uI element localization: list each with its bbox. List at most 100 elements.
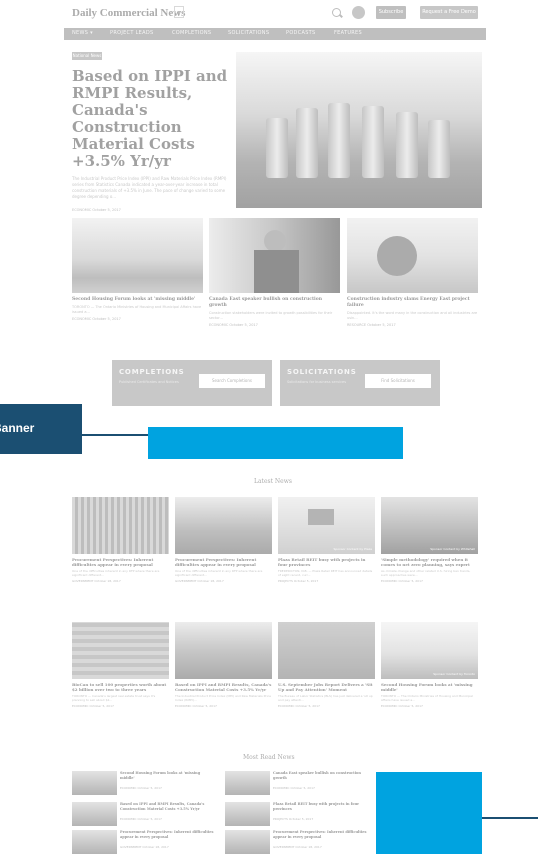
story-title[interactable]: Procurement Perspectives: Inherent diffi… — [175, 557, 272, 567]
story-title[interactable]: Plaza Retail REIT busy with projects in … — [278, 557, 375, 567]
story-meta: GOVERNMENT October 18, 2017 — [175, 579, 224, 583]
latest-card[interactable]: BioCan to sell 100 properties worth abou… — [72, 622, 169, 708]
search-completions-button[interactable]: Search Completions — [199, 374, 265, 388]
story-card[interactable]: Construction industry slams Energy East … — [347, 218, 478, 327]
story-meta: PROJECTS October 5, 2017 — [273, 817, 314, 821]
story-image[interactable]: Sponsor Content by Toronto — [381, 622, 478, 679]
story-image[interactable] — [175, 622, 272, 679]
subscribe-button[interactable]: Subscribe — [376, 6, 406, 19]
story-title[interactable]: Canada East speaker bullish on construct… — [209, 297, 340, 309]
latest-card[interactable]: Procurement Perspectives: Inherent diffi… — [72, 497, 169, 583]
free-trial-button[interactable]: Request a Free Demo — [420, 6, 478, 19]
banner-callout-label: Banner — [0, 421, 35, 435]
completions-box: COMPLETIONS Published Certificates and N… — [112, 360, 272, 406]
most-read-item[interactable]: Plaza Retail REIT busy with projects in … — [225, 802, 370, 826]
language-select[interactable]: ▾ — [174, 6, 184, 18]
nav-podcasts[interactable]: PODCASTS — [286, 30, 316, 36]
sidebar-ad-placeholder[interactable] — [376, 772, 482, 854]
story-title[interactable]: Procurement Perspectives: Inherent diffi… — [120, 830, 215, 839]
hero-image[interactable] — [236, 52, 482, 208]
nav-project-leads[interactable]: PROJECT LEADS — [110, 30, 153, 36]
hero-headline[interactable]: Based on IPPI and RMPI Results, Canada's… — [72, 68, 232, 170]
story-title[interactable]: Second Housing Forum looks at 'missing m… — [72, 297, 203, 303]
search-icon[interactable] — [332, 8, 341, 17]
story-summary: TORONTO — The Ontario Ministries of Hous… — [381, 694, 473, 702]
hero-meta: ECONOMIC October 5, 2017 — [72, 208, 121, 212]
story-meta: ECONOMIC October 5, 2017 — [120, 786, 162, 790]
latest-news-heading: Latest News — [254, 478, 292, 485]
latest-card[interactable]: U.S. September Jobs Report Delivers a 'S… — [278, 622, 375, 708]
story-meta: PROJECTS October 5, 2017 — [278, 579, 319, 583]
story-title[interactable]: Procurement Perspectives: Inherent diffi… — [273, 830, 368, 839]
story-title[interactable]: Second Housing Forum looks at 'missing m… — [120, 771, 215, 780]
story-meta: ECONOMIC October 5, 2017 — [381, 579, 423, 583]
solicitations-heading: SOLICITATIONS — [287, 368, 357, 376]
story-thumbnail[interactable] — [225, 771, 270, 795]
story-meta: ECONOMIC October 5, 2017 — [72, 317, 121, 321]
most-read-item[interactable]: Based on IPPI and RMPI Results, Canada's… — [72, 802, 217, 826]
most-read-item[interactable]: Procurement Perspectives: Inherent diffi… — [225, 830, 370, 854]
sponsor-caption: Sponsor Content by Whitehall — [430, 547, 475, 551]
most-read-item[interactable]: Canada East speaker bullish on construct… — [225, 771, 370, 795]
story-title[interactable]: 'Simple methodology' required when it co… — [381, 557, 478, 567]
callout-line — [482, 817, 538, 819]
story-thumbnail[interactable] — [72, 771, 117, 795]
story-thumbnail[interactable] — [225, 802, 270, 826]
story-meta: ECONOMIC October 5, 2017 — [72, 704, 114, 708]
story-meta: ECONOMIC October 5, 2017 — [175, 704, 217, 708]
story-thumbnail[interactable] — [72, 802, 117, 826]
story-image[interactable] — [72, 218, 203, 293]
latest-card[interactable]: Sponsor Content by Whitehall 'Simple met… — [381, 497, 478, 583]
story-card[interactable]: Second Housing Forum looks at 'missing m… — [72, 218, 203, 321]
story-image[interactable] — [72, 622, 169, 679]
story-image[interactable]: Sponsor Content by Whitehall — [381, 497, 478, 554]
story-image[interactable] — [72, 497, 169, 554]
nav-features[interactable]: FEATURES — [334, 30, 362, 36]
most-read-item[interactable]: Second Housing Forum looks at 'missing m… — [72, 771, 217, 795]
story-summary: The Bureau of Labor Statistics (BLS) has… — [278, 694, 373, 702]
story-title[interactable]: Construction industry slams Energy East … — [347, 297, 478, 309]
solicitations-desc: Solicitations for business services — [287, 380, 347, 384]
story-summary: TORONTO — Canada's largest real estate t… — [72, 694, 156, 702]
story-meta: GOVERNMENT October 18, 2017 — [72, 579, 121, 583]
story-image[interactable]: Sponsor Content by Plaza — [278, 497, 375, 554]
story-title[interactable]: U.S. September Jobs Report Delivers a 'S… — [278, 682, 375, 692]
latest-card[interactable]: Sponsor Content by Toronto Second Housin… — [381, 622, 478, 708]
nav-solicitations[interactable]: SOLICITATIONS — [228, 30, 269, 36]
hero-summary: The Industrial Product Price Index (IPPI… — [72, 176, 227, 199]
banner-ad-placeholder[interactable] — [148, 427, 403, 459]
account-icon[interactable] — [352, 6, 365, 19]
story-meta: ECONOMIC October 5, 2017 — [209, 323, 258, 327]
story-card[interactable]: Canada East speaker bullish on construct… — [209, 218, 340, 327]
story-meta: ECONOMIC October 5, 2017 — [381, 704, 423, 708]
latest-card[interactable]: Sponsor Content by Plaza Plaza Retail RE… — [278, 497, 375, 583]
story-image[interactable] — [347, 218, 478, 293]
completions-desc: Published Certificates and Notices — [119, 380, 179, 384]
story-thumbnail[interactable] — [72, 830, 117, 854]
story-title[interactable]: Based on IPPI and RMPI Results, Canada's… — [120, 802, 215, 811]
story-title[interactable]: BioCan to sell 100 properties worth abou… — [72, 682, 169, 692]
nav-completions[interactable]: COMPLETIONS — [172, 30, 211, 36]
story-meta: GOVERNMENT October 18, 2017 — [120, 845, 169, 849]
story-title[interactable]: Second Housing Forum looks at 'missing m… — [381, 682, 478, 692]
story-title[interactable]: Canada East speaker bullish on construct… — [273, 771, 368, 780]
story-image[interactable] — [209, 218, 340, 293]
story-image[interactable] — [278, 622, 375, 679]
story-meta: RESOURCE October 5, 2017 — [347, 323, 396, 327]
completions-heading: COMPLETIONS — [119, 368, 185, 376]
story-image[interactable] — [175, 497, 272, 554]
nav-news[interactable]: NEWS ▾ — [72, 30, 93, 36]
category-tag[interactable]: National News — [72, 52, 102, 60]
find-solicitations-button[interactable]: Find Solicitations — [365, 374, 431, 388]
site-logo[interactable]: Daily Commercial News — [72, 7, 185, 19]
sponsor-caption: Sponsor Content by Plaza — [333, 547, 372, 551]
story-title[interactable]: Procurement Perspectives: Inherent diffi… — [72, 557, 169, 567]
story-meta: ECONOMIC October 5, 2017 — [273, 786, 315, 790]
latest-card[interactable]: Procurement Perspectives: Inherent diffi… — [175, 497, 272, 583]
story-title[interactable]: Plaza Retail REIT busy with projects in … — [273, 802, 368, 811]
story-summary: The Industrial Product Price Index (IPPI… — [175, 694, 271, 702]
story-thumbnail[interactable] — [225, 830, 270, 854]
most-read-item[interactable]: Procurement Perspectives: Inherent diffi… — [72, 830, 217, 854]
latest-card[interactable]: Based on IPPI and RMPI Results, Canada's… — [175, 622, 272, 708]
story-title[interactable]: Based on IPPI and RMPI Results, Canada's… — [175, 682, 272, 692]
